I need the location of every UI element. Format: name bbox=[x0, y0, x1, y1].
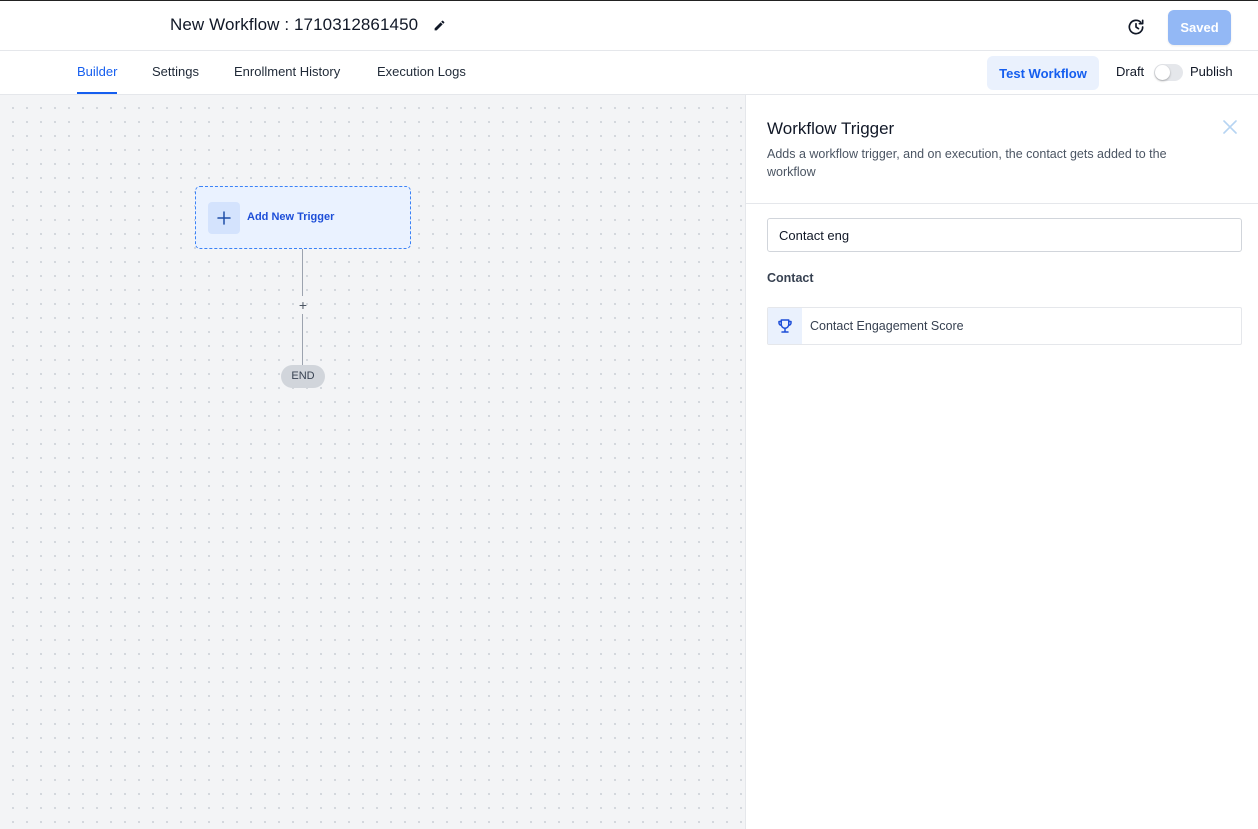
top-bar: New Workflow : 1710312861450 Saved bbox=[0, 0, 1258, 51]
trigger-panel: Workflow Trigger Adds a workflow trigger… bbox=[745, 95, 1258, 829]
connector-line-top bbox=[302, 249, 303, 296]
section-label-contact: Contact bbox=[767, 271, 814, 285]
tab-builder[interactable]: Builder bbox=[77, 51, 118, 94]
history-icon[interactable] bbox=[1126, 17, 1146, 37]
add-trigger-card[interactable]: Add New Trigger bbox=[195, 186, 411, 249]
workflow-title: New Workflow : 1710312861450 bbox=[170, 15, 419, 34]
draft-label: Draft bbox=[1116, 64, 1145, 79]
panel-header: Workflow Trigger Adds a workflow trigger… bbox=[746, 95, 1258, 204]
workflow-title-group: New Workflow : 1710312861450 bbox=[170, 15, 446, 35]
tab-bar: Builder Settings Enrollment History Exec… bbox=[0, 51, 1258, 95]
tab-execution-logs[interactable]: Execution Logs bbox=[377, 51, 466, 94]
saved-button[interactable]: Saved bbox=[1168, 10, 1231, 45]
end-node: END bbox=[281, 365, 325, 388]
toggle-knob bbox=[1155, 65, 1170, 80]
trigger-option-contact-engagement-score[interactable]: Contact Engagement Score bbox=[767, 307, 1242, 345]
close-icon[interactable] bbox=[1222, 119, 1240, 137]
test-workflow-button[interactable]: Test Workflow bbox=[987, 56, 1099, 90]
pencil-icon[interactable] bbox=[432, 18, 446, 32]
trigger-option-label: Contact Engagement Score bbox=[810, 319, 964, 333]
tab-enrollment-history[interactable]: Enrollment History bbox=[234, 51, 340, 94]
trophy-icon bbox=[768, 308, 802, 344]
plus-icon bbox=[208, 202, 240, 234]
trigger-search-input[interactable] bbox=[767, 218, 1242, 252]
panel-title: Workflow Trigger bbox=[767, 119, 895, 138]
workflow-canvas[interactable]: Add New Trigger + END bbox=[0, 95, 745, 829]
tab-settings[interactable]: Settings bbox=[152, 51, 199, 94]
publish-label: Publish bbox=[1190, 64, 1233, 79]
publish-toggle[interactable] bbox=[1154, 64, 1183, 81]
panel-description: Adds a workflow trigger, and on executio… bbox=[767, 147, 1167, 179]
add-step-plus-icon[interactable]: + bbox=[296, 298, 310, 312]
add-trigger-label: Add New Trigger bbox=[247, 211, 335, 223]
connector-line-bottom bbox=[302, 314, 303, 365]
